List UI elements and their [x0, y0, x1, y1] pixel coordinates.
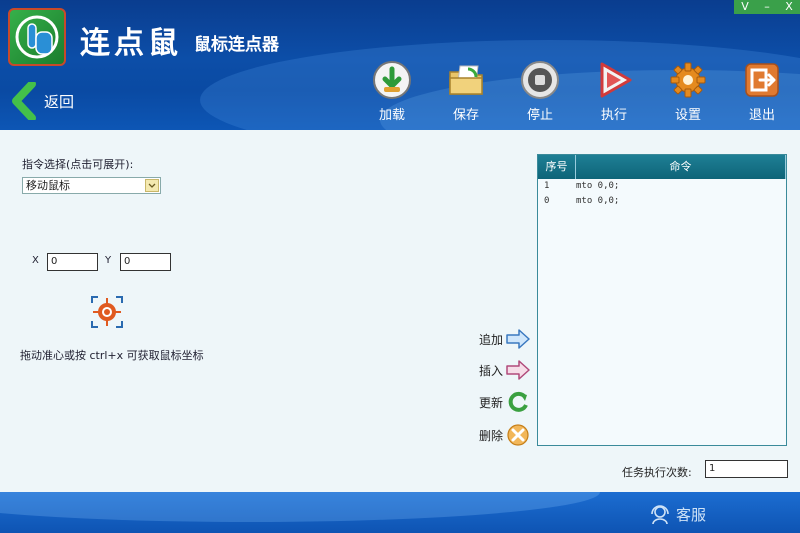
- exit-label: 退出: [748, 108, 775, 123]
- arrow-right-blue-icon: [506, 329, 530, 349]
- stop-icon: [521, 61, 559, 99]
- minimize-button[interactable]: –: [756, 0, 778, 14]
- chevron-down-icon[interactable]: [145, 179, 159, 192]
- exit-icon: [745, 63, 779, 97]
- refresh-icon: [508, 391, 528, 412]
- settings-label: 设置: [674, 108, 701, 123]
- back-button[interactable]: 返回: [10, 82, 74, 120]
- customer-service-label: 客服: [675, 505, 706, 524]
- x-label: X: [32, 255, 39, 266]
- repeat-count-label: 任务执行次数:: [622, 466, 692, 479]
- app-subtitle: 鼠标连点器: [194, 35, 279, 55]
- app-logo-icon: [8, 8, 66, 66]
- folder-icon: [449, 65, 483, 95]
- update-label: 更新: [479, 395, 504, 410]
- column-header-index: 序号: [538, 155, 576, 179]
- insert-label: 插入: [479, 363, 504, 378]
- row-command: mto 0,0;: [576, 196, 620, 206]
- load-label: 加载: [378, 108, 405, 123]
- row-index: 0: [544, 196, 550, 206]
- command-select-value: 移动鼠标: [26, 179, 70, 192]
- window-controls: V – X: [734, 0, 800, 14]
- arrow-right-pink-icon: [506, 360, 530, 380]
- close-button[interactable]: X: [778, 0, 800, 14]
- toolbar: 加载 保存 停止 执行 设置 退出: [355, 60, 799, 123]
- header-bar: 连点鼠 鼠标连点器 V – X 返回 加载 保存 停止 执行 设置 退出: [0, 0, 800, 130]
- y-label: Y: [105, 255, 112, 266]
- headset-icon: [651, 505, 669, 525]
- update-button[interactable]: 更新: [479, 391, 531, 413]
- download-icon: [373, 61, 411, 99]
- customer-service-button[interactable]: 客服: [648, 502, 706, 526]
- add-label: 追加: [479, 332, 504, 347]
- stop-label: 停止: [526, 108, 553, 123]
- app-title: 连点鼠: [80, 26, 182, 61]
- exit-button[interactable]: 退出: [725, 60, 799, 123]
- column-header-command: 命令: [576, 155, 786, 179]
- footer-decoration: [0, 492, 600, 522]
- save-label: 保存: [452, 108, 479, 123]
- footer-bar: 客服: [0, 492, 800, 533]
- back-arrow-icon: [12, 82, 36, 120]
- load-button[interactable]: 加载: [355, 60, 429, 123]
- stop-button[interactable]: 停止: [503, 60, 577, 123]
- command-list[interactable]: 序号 命令 1 mto 0,0; 0 mto 0,0;: [537, 154, 787, 446]
- back-label: 返回: [44, 92, 75, 111]
- row-command: mto 0,0;: [576, 181, 620, 191]
- row-index: 1: [544, 181, 550, 191]
- add-button[interactable]: 追加: [479, 328, 531, 350]
- save-button[interactable]: 保存: [429, 60, 503, 123]
- delete-icon: [507, 424, 529, 446]
- command-select-label: 指令选择(点击可展开):: [22, 158, 134, 171]
- command-select[interactable]: 移动鼠标: [22, 177, 161, 194]
- repeat-count-input[interactable]: 1: [705, 460, 788, 478]
- coordinate-hint: 拖动准心或按 ctrl+x 可获取鼠标坐标: [20, 349, 204, 362]
- gear-icon: [670, 62, 706, 98]
- x-input[interactable]: 0: [47, 253, 98, 271]
- delete-button[interactable]: 删除: [479, 424, 531, 446]
- y-input[interactable]: 0: [120, 253, 171, 271]
- run-label: 执行: [600, 108, 627, 123]
- table-row[interactable]: 1 mto 0,0;: [538, 179, 786, 194]
- menu-button[interactable]: V: [734, 0, 756, 14]
- run-button[interactable]: 执行: [577, 60, 651, 123]
- table-row[interactable]: 0 mto 0,0;: [538, 194, 786, 209]
- delete-label: 删除: [479, 428, 504, 443]
- crosshair-icon[interactable]: [90, 295, 124, 329]
- insert-button[interactable]: 插入: [479, 359, 531, 381]
- main-panel: 指令选择(点击可展开): 移动鼠标 X 0 Y 0 拖动准心或按 ctrl+x …: [0, 130, 800, 492]
- command-table-header: 序号 命令: [538, 155, 786, 179]
- settings-button[interactable]: 设置: [651, 60, 725, 123]
- play-icon: [600, 62, 632, 98]
